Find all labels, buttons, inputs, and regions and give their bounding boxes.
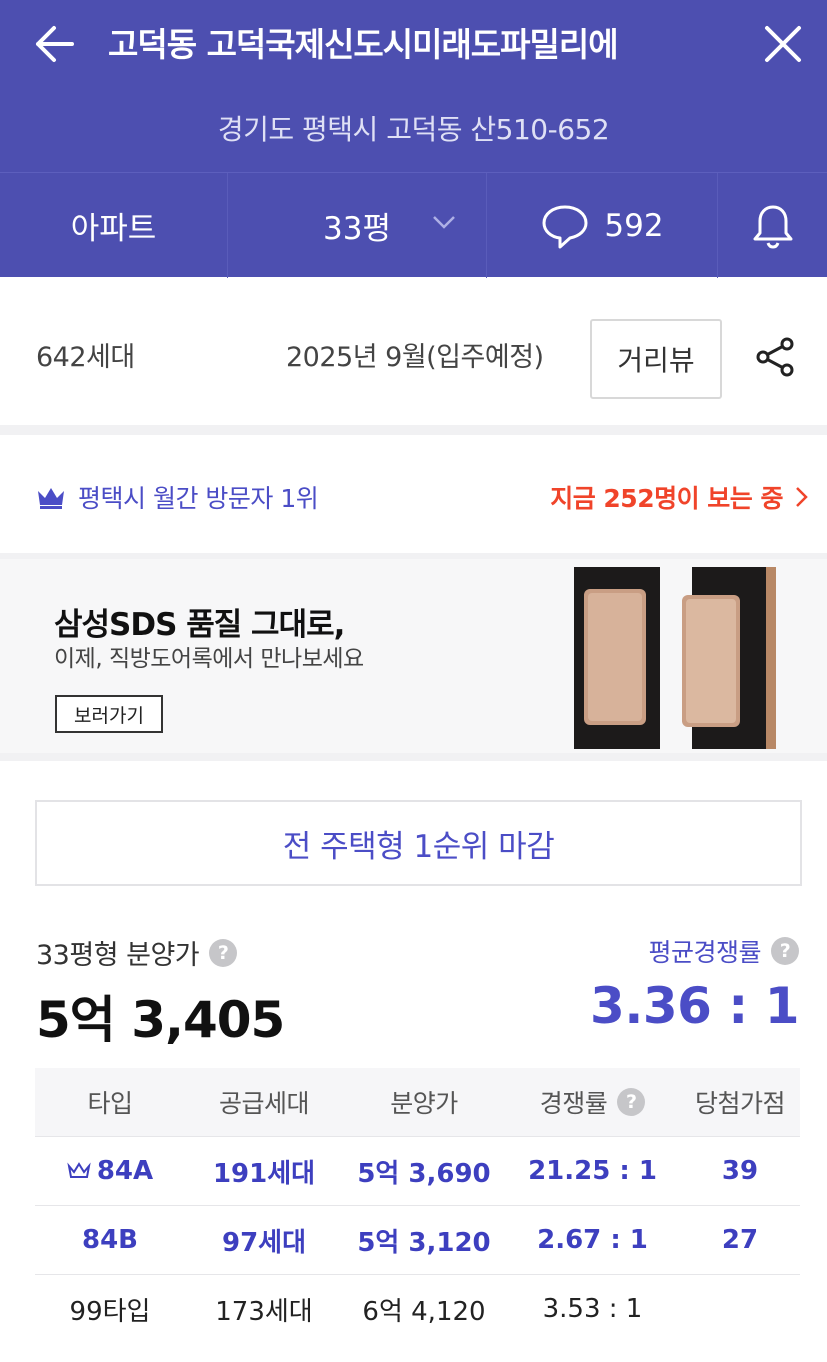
cell-price: 5억 3,120 <box>357 1227 491 1258</box>
tab-property-type[interactable]: 아파트 <box>0 173 228 278</box>
cell-type: 84B <box>82 1225 138 1255</box>
price-label-text: 33평형 분양가 <box>36 940 200 971</box>
competition-label: 평균경쟁률 ? <box>648 933 799 969</box>
header-supply: 공급세대 <box>218 1089 310 1118</box>
header-score: 당첨가점 <box>694 1089 786 1118</box>
header-price: 분양가 <box>390 1089 458 1118</box>
table-row[interactable]: 84A 191세대 5억 3,690 21.25 : 1 39 <box>35 1136 800 1205</box>
ad-banner[interactable]: 삼성SDS 품질 그대로, 이제, 직방도어록에서 만나보세요 보러가기 <box>0 559 827 761</box>
ad-subtitle: 이제, 직방도어록에서 만나보세요 <box>54 646 364 672</box>
ad-view-button[interactable]: 보러가기 <box>55 695 163 733</box>
move-in-date: 2025년 9월(입주예정) <box>286 342 544 373</box>
cell-supply: 97세대 <box>221 1227 307 1258</box>
help-icon[interactable]: ? <box>771 937 799 965</box>
comment-count: 592 <box>604 207 664 244</box>
notification-button[interactable] <box>718 173 827 278</box>
bell-icon <box>753 205 792 248</box>
app-header: 고덕동 고덕국제신도시미래도파밀리에 경기도 평택시 고덕동 산510-652 … <box>0 0 827 278</box>
help-icon[interactable]: ? <box>209 938 238 967</box>
complex-info-row: 642세대 2025년 9월(입주예정) 거리뷰 <box>0 277 827 435</box>
table-row[interactable]: 84B 97세대 5억 3,120 2.67 : 1 27 <box>35 1205 800 1274</box>
cell-type-text: 84A <box>96 1156 154 1186</box>
tab-property-type-label: 아파트 <box>70 211 157 247</box>
price-value: 5억 3,405 <box>36 991 285 1049</box>
header-type: 타입 <box>87 1089 133 1118</box>
visitor-rank-row: 평택시 월간 방문자 1위 지금 252명이 보는 중 <box>0 435 827 559</box>
closing-banner: 전 주택형 1순위 마감 <box>35 800 802 886</box>
close-icon[interactable] <box>761 22 805 66</box>
live-viewers-text: 지금 252명이 보는 중 <box>550 484 783 513</box>
crown-icon <box>67 1162 91 1178</box>
live-viewers-link[interactable]: 지금 252명이 보는 중 <box>550 479 809 515</box>
header-competition: 경쟁률 ? <box>505 1084 680 1120</box>
comments-button[interactable]: 592 <box>487 173 718 278</box>
cell-score: 39 <box>721 1156 759 1186</box>
cell-price: 6억 4,120 <box>362 1296 486 1327</box>
table-row[interactable]: 99타입 173세대 6억 4,120 3.53 : 1 <box>35 1274 800 1343</box>
distance-view-button[interactable]: 거리뷰 <box>590 319 722 399</box>
chevron-right-icon <box>796 487 808 507</box>
cell-score: 27 <box>721 1225 759 1255</box>
cell-type: 84A <box>35 1156 185 1186</box>
cell-competition: 3.53 : 1 <box>542 1294 643 1324</box>
title-row: 고덕동 고덕국제신도시미래도파밀리에 <box>0 0 827 85</box>
cell-price: 5억 3,690 <box>357 1158 491 1189</box>
help-icon[interactable]: ? <box>617 1088 646 1116</box>
page-title: 고덕동 고덕국제신도시미래도파밀리에 <box>108 25 619 64</box>
doorlock-product-image <box>574 567 776 749</box>
ad-title: 삼성SDS 품질 그대로, <box>54 607 345 643</box>
crown-icon <box>38 488 64 509</box>
size-selector-label: 33평 <box>323 211 391 247</box>
size-selector[interactable]: 33평 <box>228 173 487 278</box>
rank-label: 평택시 월간 방문자 1위 <box>78 484 319 513</box>
price-section: 33평형 분양가 ? 5억 3,405 평균경쟁률 ? 3.36 : 1 <box>0 925 827 1049</box>
cell-competition: 21.25 : 1 <box>528 1156 657 1186</box>
competition-label-text: 평균경쟁률 <box>648 938 761 967</box>
back-arrow-icon[interactable] <box>30 22 78 66</box>
address-text: 경기도 평택시 고덕동 산510-652 <box>217 113 610 146</box>
chevron-down-icon <box>433 216 455 229</box>
rank-badge: 평택시 월간 방문자 1위 <box>36 479 319 515</box>
header-competition-text: 경쟁률 <box>539 1089 608 1118</box>
unit-type-table: 타입 공급세대 분양가 경쟁률 ? 당첨가점 84A 191세대 5억 3,69… <box>35 1068 800 1343</box>
households-count: 642세대 <box>36 342 135 373</box>
share-icon[interactable] <box>753 335 797 379</box>
cell-supply: 173세대 <box>215 1296 313 1327</box>
price-label: 33평형 분양가 ? <box>36 933 238 972</box>
table-header: 타입 공급세대 분양가 경쟁률 ? 당첨가점 <box>35 1068 800 1136</box>
cell-competition: 2.67 : 1 <box>537 1225 648 1255</box>
cell-supply: 191세대 <box>212 1158 316 1189</box>
competition-value: 3.36 : 1 <box>590 977 799 1035</box>
header-tabbar: 아파트 33평 592 <box>0 172 827 278</box>
cell-type: 99타입 <box>69 1296 151 1327</box>
speech-bubble-icon <box>542 205 588 248</box>
